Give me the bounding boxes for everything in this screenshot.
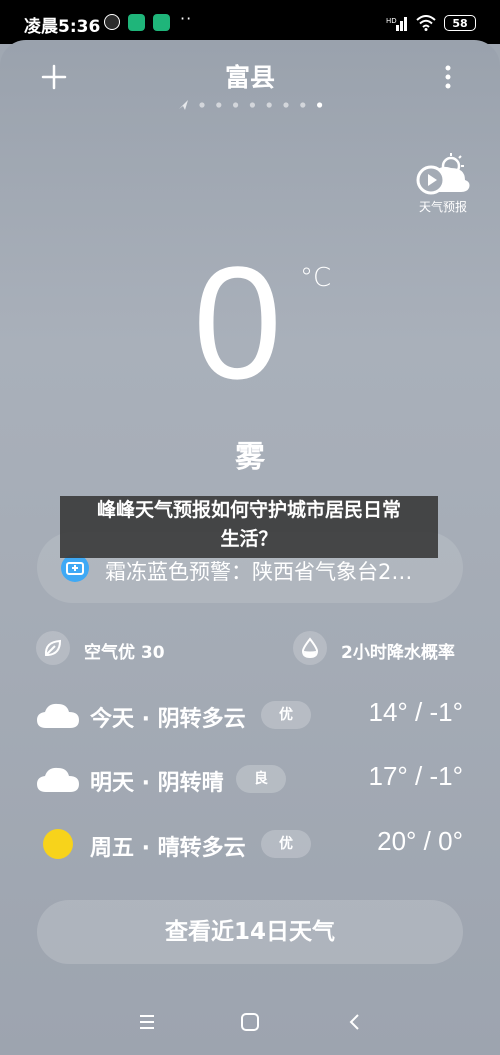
article-title-overlay: 峰峰天气预报如何守护城市居民日常 生活？ <box>60 496 438 558</box>
forecast-day-label: 明天 · 阴转晴 <box>90 771 224 796</box>
temperature-unit: °C <box>300 263 332 293</box>
current-temperature: 0 <box>193 233 282 412</box>
air-quality-leaf-icon[interactable] <box>36 631 70 665</box>
forecast-temps: 20° / 0° <box>377 826 463 856</box>
back-nav-icon[interactable] <box>345 1012 365 1032</box>
status-time: 凌晨5:36 <box>24 17 101 37</box>
forecast-day-label: 周五 · 晴转多云 <box>90 836 246 861</box>
weather-screen: 凌晨5:36 ·· HD 58 富县 天气预报 0 °C 雾 霜冻蓝色预警：陕西… <box>0 0 500 1055</box>
location-arrow-icon <box>179 100 188 110</box>
page-dot <box>216 102 222 108</box>
current-condition: 雾 <box>235 440 265 475</box>
water-drop-icon <box>301 637 319 659</box>
aqi-badge: 优 <box>261 701 311 729</box>
warning-text: 霜冻蓝色预警：陕西省气象台2… <box>105 560 413 584</box>
status-bar: 凌晨5:36 ·· HD 58 <box>0 0 500 44</box>
aqi-badge: 优 <box>261 830 311 858</box>
home-nav-icon[interactable] <box>240 1012 260 1032</box>
signal-icon: HD <box>386 17 407 31</box>
svg-text:HD: HD <box>386 17 397 25</box>
battery-icon: 58 <box>444 15 476 31</box>
shield-app-icon <box>128 14 145 31</box>
forecast-temps: 17° / -1° <box>368 761 463 791</box>
city-page-indicator <box>179 100 323 110</box>
city-name[interactable]: 富县 <box>0 58 500 94</box>
forecast-row-friday[interactable]: 周五 · 晴转多云 优 20° / 0° <box>0 820 500 868</box>
forecast-row-today[interactable]: 今天 · 阴转多云 优 14° / -1° <box>0 691 500 739</box>
frost-warning-icon <box>61 554 89 582</box>
rain-probability-text[interactable]: 2小时降水概率 <box>341 638 455 663</box>
forecast-temps: 14° / -1° <box>368 697 463 727</box>
system-navigation-bar <box>0 990 500 1055</box>
overlay-line-2: 生活？ <box>220 528 278 550</box>
alarm-icon <box>104 14 120 30</box>
forecast-row-tomorrow[interactable]: 明天 · 阴转晴 良 17° / -1° <box>0 755 500 803</box>
wifi-icon <box>416 15 436 31</box>
aqi-badge: 良 <box>236 765 286 793</box>
rain-probability-drop-icon[interactable] <box>293 631 327 665</box>
page-dot <box>317 102 323 108</box>
page-dot <box>249 102 255 108</box>
cloud-icon <box>37 767 79 792</box>
menu-nav-icon[interactable] <box>137 1012 157 1032</box>
forecast-video-label: 天气预报 <box>418 200 467 214</box>
leaf-icon <box>44 639 62 656</box>
cloud-icon <box>37 703 79 728</box>
page-dot <box>283 102 289 108</box>
page-dot <box>199 102 205 108</box>
sun-icon <box>43 829 73 859</box>
forecast-video-button[interactable]: 天气预报 <box>413 152 473 218</box>
air-quality-text[interactable]: 空气优 30 <box>84 638 165 663</box>
status-right-icons: HD 58 <box>386 13 476 33</box>
page-dot <box>233 102 239 108</box>
fourteen-day-forecast-button[interactable]: 查看近14日天气 <box>37 900 463 964</box>
overlay-line-1: 峰峰天气预报如何守护城市居民日常 <box>96 499 401 521</box>
page-dot <box>300 102 306 108</box>
notification-overflow: ·· <box>180 9 193 28</box>
weather-video-icon <box>416 153 470 195</box>
forecast-day-label: 今天 · 阴转多云 <box>90 707 246 732</box>
more-menu-button[interactable] <box>443 62 453 92</box>
shield-app-icon-2 <box>153 14 170 31</box>
page-dot <box>266 102 272 108</box>
